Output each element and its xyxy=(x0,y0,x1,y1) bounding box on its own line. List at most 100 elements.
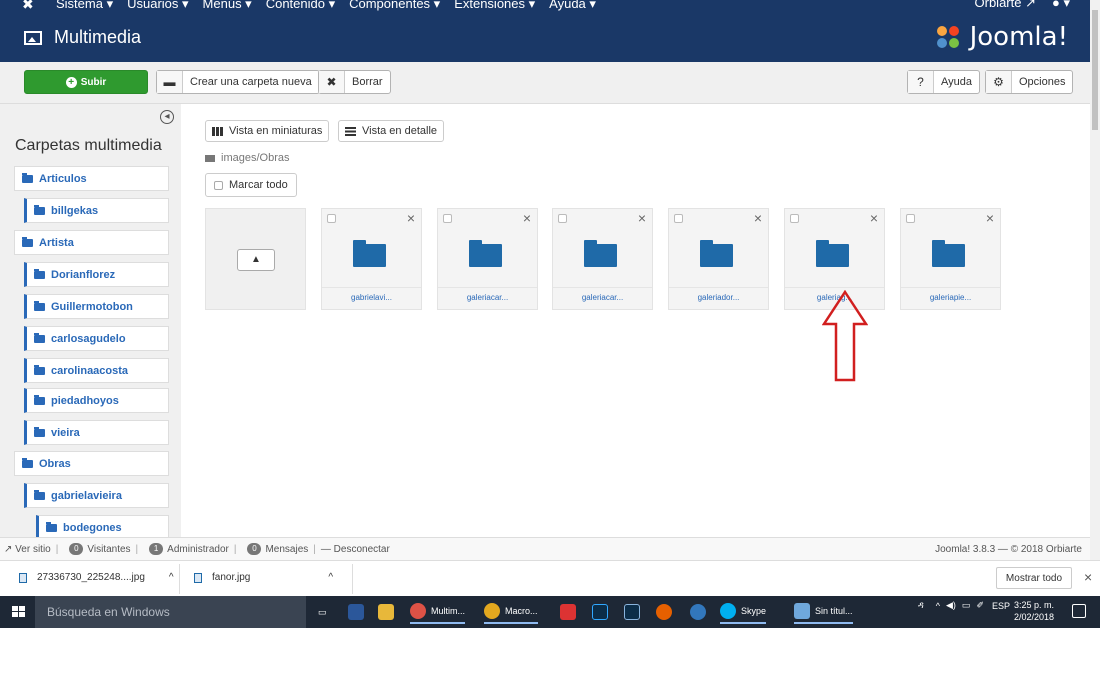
joomla-mini-icon[interactable]: ✖ xyxy=(22,0,38,12)
folder-icon xyxy=(34,300,45,311)
download-item[interactable]: 27336730_225248....jpg ^ xyxy=(19,572,174,583)
user-site-link[interactable]: Orbiarte ↗ xyxy=(959,0,1036,11)
user-icon[interactable]: ● ▾ xyxy=(1052,0,1070,11)
folder-tile[interactable]: × galeriacar... xyxy=(437,208,538,310)
folder-node[interactable]: carolinaacosta xyxy=(24,358,169,383)
tile-checkbox[interactable] xyxy=(790,214,799,223)
detail-view-button[interactable]: Vista en detalle xyxy=(338,120,445,142)
admins-label[interactable]: Administrador xyxy=(167,544,229,555)
chevron-up-icon[interactable]: ^ xyxy=(936,601,940,611)
volume-icon[interactable]: ◀) xyxy=(946,600,956,611)
delete-icon[interactable]: × xyxy=(754,210,762,226)
menu-sistema[interactable]: Sistema ▾ xyxy=(56,0,113,12)
scrollbar-thumb[interactable] xyxy=(1092,10,1098,130)
taskbar-macromedia[interactable]: Macro... xyxy=(484,600,538,624)
thumbnail-view-button[interactable]: Vista en miniaturas xyxy=(205,120,330,142)
delete-icon[interactable]: × xyxy=(638,210,646,226)
lightroom-icon[interactable] xyxy=(624,600,645,624)
messages-label[interactable]: Mensajes xyxy=(265,544,308,555)
folder-node[interactable]: Guillermotobon xyxy=(24,294,169,319)
windows-start-icon[interactable] xyxy=(12,606,26,618)
tile-checkbox[interactable] xyxy=(443,214,452,223)
clock-date: 2/02/2018 xyxy=(1014,612,1055,622)
folder-tile[interactable]: × galeriador... xyxy=(668,208,769,310)
folder-node[interactable]: bodegones xyxy=(36,515,169,537)
edge-icon[interactable] xyxy=(690,600,711,624)
folder-node[interactable]: piedadhoyos xyxy=(24,388,169,413)
tile-checkbox[interactable] xyxy=(906,214,915,223)
view-site-link[interactable]: ↗ Ver sitio xyxy=(4,544,51,555)
folder-tile[interactable]: × galeriacar... xyxy=(552,208,653,310)
download-item[interactable]: fanor.jpg ^ xyxy=(194,572,333,583)
tile-checkbox[interactable] xyxy=(327,214,336,223)
folder-icon xyxy=(34,268,45,279)
folder-name[interactable]: galeriacar... xyxy=(553,293,652,302)
folder-name[interactable]: galeriacar... xyxy=(438,293,537,302)
new-folder-button[interactable]: ▬ Crear una carpeta nueva xyxy=(156,70,320,94)
notifications-icon[interactable] xyxy=(1072,604,1086,618)
folder-node[interactable]: Obras xyxy=(14,451,169,476)
folder-node[interactable]: billgekas xyxy=(24,198,169,223)
close-icon: ✖ xyxy=(319,71,345,93)
upload-button[interactable]: + Subir xyxy=(24,70,148,94)
people-icon[interactable]: ዳ xyxy=(918,600,924,611)
folder-node[interactable]: carlosagudelo xyxy=(24,326,169,351)
menu-usuarios[interactable]: Usuarios ▾ xyxy=(127,0,188,12)
menu-contenido[interactable]: Contenido ▾ xyxy=(266,0,335,12)
delete-icon[interactable]: × xyxy=(407,210,415,226)
photoshop-icon[interactable] xyxy=(592,600,613,624)
delete-icon[interactable]: × xyxy=(986,210,994,226)
sourcetree-icon[interactable] xyxy=(560,600,581,624)
help-button[interactable]: ? Ayuda xyxy=(907,70,980,94)
word-icon[interactable] xyxy=(348,600,369,624)
folder-icon xyxy=(932,240,965,267)
clock[interactable]: 3:25 p. m. 2/02/2018 xyxy=(1014,599,1054,623)
folder-tile[interactable]: × gabrielavi... xyxy=(321,208,422,310)
logout-link[interactable]: — Desconectar xyxy=(321,544,390,555)
taskbar-chrome[interactable]: Multim... xyxy=(410,600,466,624)
visitors-label[interactable]: Visitantes xyxy=(87,544,130,555)
folder-node[interactable]: vieira xyxy=(24,420,169,445)
folder-up-tile[interactable]: ▲ xyxy=(205,208,306,310)
network-icon[interactable]: ▭ xyxy=(962,600,971,611)
folder-name[interactable]: galeriador... xyxy=(669,293,768,302)
tile-checkbox[interactable] xyxy=(558,214,567,223)
menu-ayuda[interactable]: Ayuda ▾ xyxy=(549,0,596,12)
folder-node[interactable]: Dorianflorez xyxy=(24,262,169,287)
chevron-up-icon[interactable]: ^ xyxy=(169,572,174,583)
task-view-icon[interactable]: ▭ xyxy=(318,600,327,624)
menu-menus[interactable]: Menús ▾ xyxy=(203,0,252,12)
taskbar-search-input[interactable]: Búsqueda en Windows xyxy=(35,596,306,628)
folder-name[interactable]: gabrielavi... xyxy=(322,293,421,302)
select-all-button[interactable]: Marcar todo xyxy=(205,173,297,197)
sidebar-heading: Carpetas multimedia xyxy=(15,137,162,154)
taskbar-skype[interactable]: Skype xyxy=(720,600,767,624)
firefox-icon[interactable] xyxy=(656,600,677,624)
delete-icon[interactable]: × xyxy=(870,210,878,226)
page-title-text: Multimedia xyxy=(54,27,142,47)
folder-name[interactable]: galeriapie... xyxy=(901,293,1000,302)
taskbar-notepad[interactable]: Sin títul... xyxy=(794,600,853,624)
file-explorer-icon[interactable] xyxy=(378,600,399,624)
checkbox xyxy=(214,180,223,190)
pen-icon[interactable]: ✐ xyxy=(976,600,984,611)
menu-extensiones[interactable]: Extensiones ▾ xyxy=(454,0,535,12)
options-button[interactable]: ⚙ Opciones xyxy=(985,70,1074,94)
page-scrollbar[interactable] xyxy=(1090,0,1100,560)
collapse-sidebar-icon[interactable]: ◂ xyxy=(160,110,174,124)
language-indicator[interactable]: ESP xyxy=(992,601,1010,611)
folder-node[interactable]: Articulos xyxy=(14,166,169,191)
folder-up-button[interactable]: ▲ xyxy=(237,249,275,271)
menu-componentes[interactable]: Componentes ▾ xyxy=(349,0,440,12)
delete-icon[interactable]: × xyxy=(523,210,531,226)
folder-node[interactable]: gabrielavieira xyxy=(24,483,169,508)
folder-sidebar: ◂ Carpetas multimedia Articulos billgeka… xyxy=(0,104,181,537)
close-icon[interactable]: × xyxy=(1084,569,1092,585)
folder-node[interactable]: Artista xyxy=(14,230,169,255)
chevron-up-icon[interactable]: ^ xyxy=(328,572,333,583)
show-all-downloads-button[interactable]: Mostrar todo xyxy=(996,567,1072,589)
delete-button[interactable]: ✖ Borrar xyxy=(318,70,391,94)
tile-checkbox[interactable] xyxy=(674,214,683,223)
folder-icon xyxy=(34,364,45,375)
folder-tile[interactable]: × galeriapie... xyxy=(900,208,1001,310)
